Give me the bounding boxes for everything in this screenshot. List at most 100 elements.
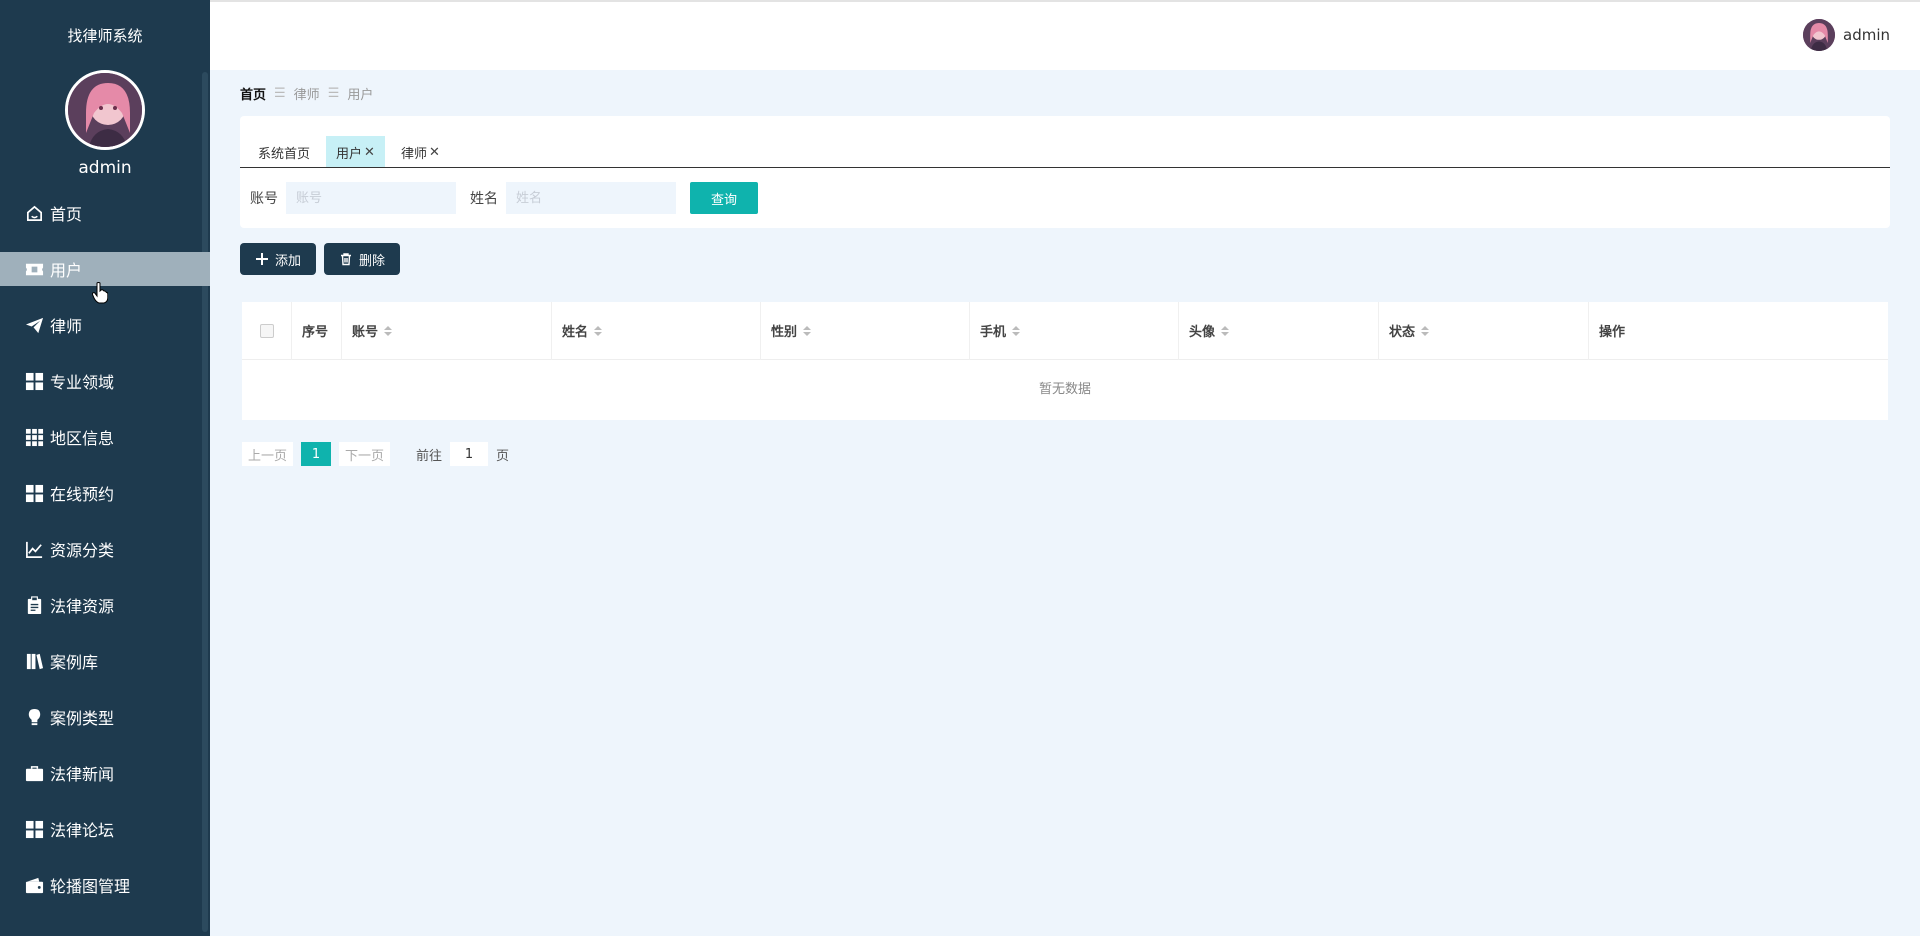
clipboard-icon	[24, 595, 44, 615]
sidebar-item-4[interactable]: 地区信息	[0, 420, 210, 454]
breadcrumb-home[interactable]: 首页	[240, 84, 266, 103]
lightbulb-icon	[24, 707, 44, 727]
column-header-label: 手机	[980, 325, 1007, 340]
delete-button-label: 删除	[359, 253, 386, 269]
tab-lawyer[interactable]: 律师 ✕	[391, 136, 450, 168]
sort-icon[interactable]	[384, 325, 393, 336]
delete-button[interactable]: 删除	[324, 243, 401, 275]
chart-line-icon	[25, 541, 42, 558]
sidebar-item-5[interactable]: 在线预约	[0, 476, 210, 510]
grid-icon	[25, 484, 43, 502]
sort-icon[interactable]	[803, 325, 812, 336]
book-icon	[24, 651, 44, 671]
sidebar-item-9[interactable]: 案例类型	[0, 700, 210, 734]
column-header-label: 性别	[771, 325, 798, 340]
user-menu[interactable]: admin	[1803, 19, 1890, 51]
home-icon	[26, 205, 42, 221]
column-header-phone[interactable]: 手机	[970, 301, 1179, 360]
data-table: 序号 账号 姓名 性别 手机 头像 状态 操作 暂无数据	[242, 301, 1888, 420]
sidebar-item-2[interactable]: 律师	[0, 308, 210, 342]
column-header-label: 操作	[1599, 325, 1626, 340]
sidebar-item-3[interactable]: 专业领域	[0, 364, 210, 398]
column-header-avatar[interactable]: 头像	[1179, 301, 1379, 360]
topbar-username[interactable]: admin	[1843, 26, 1890, 44]
sort-icon[interactable]	[594, 325, 603, 336]
avatar-small[interactable]	[1803, 19, 1835, 51]
sidebar-item-6[interactable]: 资源分类	[0, 532, 210, 566]
sidebar-item-label: 首页	[50, 205, 83, 224]
wallet-icon	[24, 875, 44, 895]
grid-icon	[25, 820, 43, 838]
clipboard-icon	[27, 595, 41, 614]
paper-plane-icon	[24, 315, 44, 335]
briefcase-icon	[25, 765, 43, 781]
sidebar-item-label: 案例类型	[50, 709, 115, 728]
empty-state-text: 暂无数据	[1038, 382, 1091, 397]
column-header-gender[interactable]: 性别	[761, 301, 970, 360]
lightbulb-icon	[28, 708, 40, 725]
trash-icon	[341, 253, 352, 266]
account-label: 账号	[250, 191, 278, 207]
action-bar: 添加 删除	[240, 243, 401, 275]
sidebar-item-label: 资源分类	[50, 541, 115, 560]
name-input[interactable]	[506, 182, 676, 214]
tab-label: 用户	[336, 146, 363, 162]
sidebar: 找律师系统 admin 首页 用户 律师 专业领域 地区信息 在线预约 资源分类 法律资源 案例…	[0, 0, 210, 936]
tab-system-home[interactable]: 系统首页	[248, 136, 320, 168]
sidebar-username: admin	[78, 158, 132, 178]
avatar[interactable]	[65, 70, 145, 150]
sidebar-item-label: 在线预约	[50, 485, 115, 504]
column-header-status[interactable]: 状态	[1379, 301, 1589, 360]
column-header-label: 头像	[1189, 325, 1216, 340]
tab-user[interactable]: 用户 ✕	[326, 136, 385, 168]
sidebar-item-label: 轮播图管理	[50, 877, 131, 896]
add-button[interactable]: 添加	[240, 243, 317, 275]
goto-page-input[interactable]	[450, 442, 489, 466]
add-button-label: 添加	[275, 253, 302, 269]
account-input[interactable]	[286, 182, 456, 214]
book-icon	[26, 653, 43, 669]
column-header-label: 账号	[352, 325, 379, 340]
sidebar-item-7[interactable]: 法律资源	[0, 588, 210, 622]
sidebar-item-8[interactable]: 案例库	[0, 644, 210, 678]
select-all-checkbox[interactable]	[259, 323, 274, 338]
column-header-label: 序号	[302, 325, 329, 340]
topbar: admin	[210, 0, 1920, 70]
hand-cursor-icon	[92, 282, 108, 304]
search-panel: 系统首页 用户 ✕ 律师 ✕ 账号 姓名 查询	[240, 116, 1890, 228]
name-label: 姓名	[470, 191, 498, 207]
breadcrumb-separator-icon: ☰	[274, 86, 286, 101]
avatar-image	[1803, 19, 1835, 51]
sidebar-item-label: 案例库	[50, 653, 99, 672]
avatar-image	[68, 73, 142, 147]
query-button[interactable]: 查询	[690, 182, 758, 214]
chart-line-icon	[24, 539, 44, 559]
sidebar-item-0[interactable]: 首页	[0, 196, 210, 230]
breadcrumb-item[interactable]: 用户	[347, 84, 373, 103]
sort-icon[interactable]	[1221, 325, 1230, 336]
sidebar-item-12[interactable]: 轮播图管理	[0, 868, 210, 902]
sidebar-item-label: 法律新闻	[50, 765, 115, 784]
sidebar-item-11[interactable]: 法律论坛	[0, 812, 210, 846]
sidebar-item-1[interactable]: 用户	[0, 252, 210, 286]
table-header: 序号 账号 姓名 性别 手机 头像 状态 操作	[242, 301, 1888, 360]
briefcase-icon	[24, 763, 44, 783]
column-header-name[interactable]: 姓名	[552, 301, 761, 360]
grid-nine-icon	[24, 427, 44, 447]
page-number-current[interactable]: 1	[301, 442, 332, 466]
sidebar-item-label: 地区信息	[50, 429, 115, 448]
sidebar-item-10[interactable]: 法律新闻	[0, 756, 210, 790]
column-header-actions: 操作	[1589, 302, 1888, 360]
home-icon	[24, 203, 44, 223]
sidebar-item-label: 律师	[50, 317, 83, 336]
prev-page-button[interactable]: 上一页	[242, 442, 294, 466]
breadcrumb-item[interactable]: 律师	[294, 84, 320, 103]
close-icon[interactable]: ✕	[429, 145, 440, 160]
sort-icon[interactable]	[1421, 325, 1430, 336]
sidebar-item-label: 法律资源	[50, 597, 115, 616]
sort-icon[interactable]	[1012, 325, 1021, 336]
column-header-account[interactable]: 账号	[342, 301, 552, 360]
next-page-button[interactable]: 下一页	[339, 442, 391, 466]
close-icon[interactable]: ✕	[364, 145, 375, 160]
column-header-label: 状态	[1389, 325, 1416, 340]
